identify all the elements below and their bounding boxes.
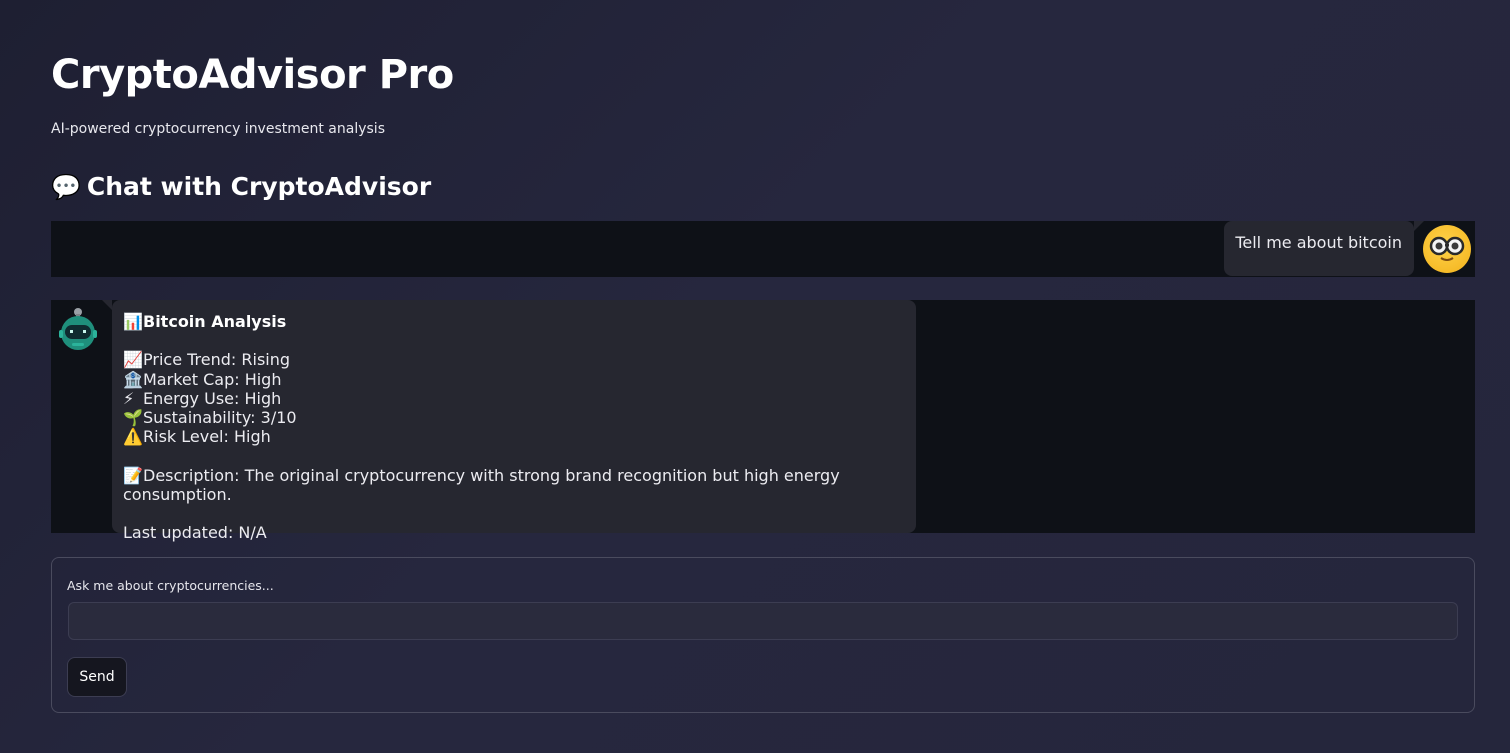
assistant-message-row: 📊Bitcoin Analysis 📈Price Trend: Rising 🏦… — [51, 300, 1475, 542]
warning-icon: ⚠️ — [123, 427, 143, 447]
send-button[interactable]: Send — [67, 657, 127, 697]
stat-line: 📈Price Trend: Rising — [123, 350, 291, 370]
last-updated: Last updated: N/A — [123, 523, 267, 543]
seedling-icon: 🌱 — [123, 408, 143, 428]
robot-icon — [57, 306, 99, 350]
user-message-text: Tell me about bitcoin — [1235, 233, 1402, 252]
page-title: CryptoAdvisor Pro — [51, 52, 454, 98]
stat-line: ⚡ Energy Use: High — [123, 388, 282, 408]
memo-icon: 📝 — [123, 465, 143, 485]
user-message-row: Tell me about bitcoin — [51, 221, 1475, 277]
bank-icon: 🏦 — [123, 369, 143, 389]
assistant-message-bubble: 📊Bitcoin Analysis 📈Price Trend: Rising 🏦… — [102, 300, 916, 542]
bar-chart-icon: 📊 — [123, 312, 143, 331]
user-message-bubble: Tell me about bitcoin — [1224, 221, 1424, 276]
chat-heading: 💬 Chat with CryptoAdvisor — [51, 172, 431, 201]
analysis-title: 📊Bitcoin Analysis — [123, 312, 287, 331]
stat-line: ⚠️Risk Level: High — [123, 427, 271, 447]
page-subtitle: AI-powered cryptocurrency investment ana… — [51, 121, 385, 137]
trend-up-icon: 📈 — [123, 350, 143, 370]
chat-input[interactable] — [68, 602, 1458, 640]
chat-input-form: Ask me about cryptocurrencies... Send — [51, 557, 1475, 713]
nerd-face-icon — [1423, 225, 1471, 273]
stat-line: 🏦Market Cap: High — [123, 369, 282, 389]
chat-input-label: Ask me about cryptocurrencies... — [67, 578, 274, 593]
stat-line: 🌱Sustainability: 3/10 — [123, 408, 297, 428]
description-line: 📝Description: The original cryptocurrenc… — [123, 465, 840, 505]
speech-bubble-icon: 💬 — [51, 172, 81, 201]
chat-heading-text: Chat with CryptoAdvisor — [86, 172, 432, 201]
lightning-icon: ⚡ — [123, 388, 135, 408]
